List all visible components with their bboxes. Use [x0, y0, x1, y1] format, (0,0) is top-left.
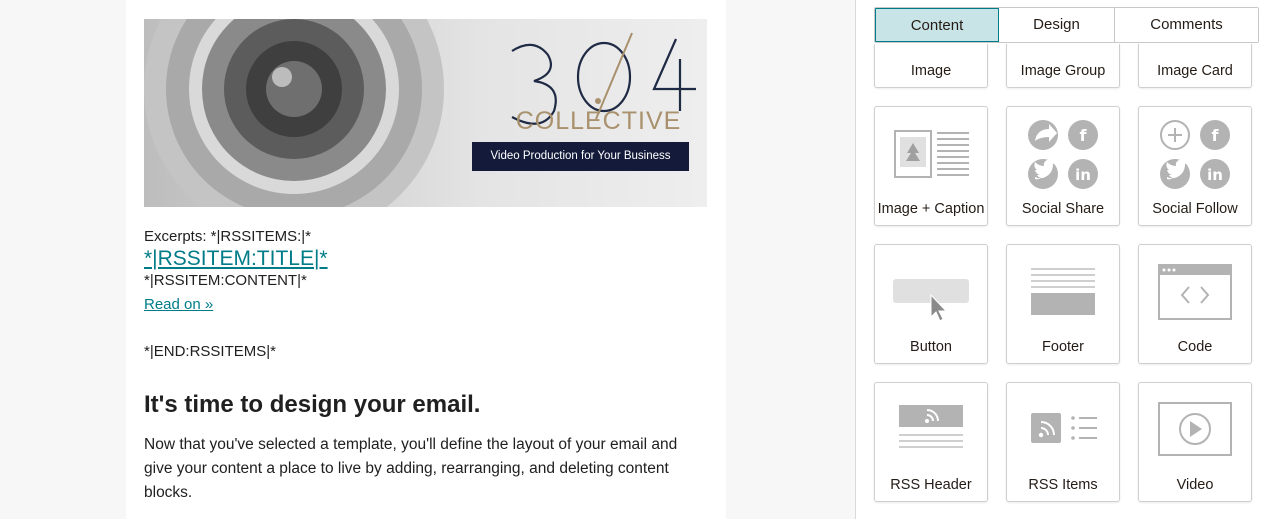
- svg-text:in: in: [1075, 166, 1091, 184]
- block-label: Image + Caption: [877, 201, 985, 217]
- footer-icon: [1031, 268, 1095, 315]
- image-caption-icon: [894, 130, 969, 178]
- rss-items-icon: [1031, 413, 1097, 443]
- block-label: Image Group: [1020, 63, 1106, 79]
- tab-content[interactable]: Content: [875, 8, 999, 42]
- brand-tagline: Video Production for Your Business: [472, 142, 689, 171]
- block-label: Social Share: [1021, 201, 1105, 217]
- rss-items-merge-tag: Excerpts: *|RSSITEMS:|*: [144, 228, 311, 245]
- svg-text:f: f: [1080, 126, 1088, 145]
- header-banner-image[interactable]: COLLECTIVE Video Production for Your Bus…: [144, 19, 707, 207]
- email-body-text[interactable]: Now that you've selected a template, you…: [144, 433, 704, 505]
- block-footer[interactable]: Footer: [1006, 244, 1120, 364]
- social-follow-icon: f in: [1160, 120, 1230, 189]
- email-canvas: COLLECTIVE Video Production for Your Bus…: [0, 0, 855, 519]
- social-share-icon: f in: [1028, 120, 1098, 189]
- brand-name-text: COLLECTIVE: [515, 107, 682, 135]
- block-image-caption[interactable]: Image + Caption: [874, 106, 988, 226]
- tab-comments[interactable]: Comments: [1115, 8, 1258, 42]
- blocks-scroll-area[interactable]: Image Image Group Image Card Image + Cap…: [856, 44, 1275, 519]
- email-heading[interactable]: It's time to design your email.: [144, 391, 480, 419]
- block-label: Button: [910, 339, 952, 355]
- block-image-card[interactable]: Image Card: [1138, 44, 1252, 88]
- rss-item-content-tag: *|RSSITEM:CONTENT|*: [144, 272, 307, 289]
- block-label: RSS Header: [890, 477, 972, 493]
- block-image-group[interactable]: Image Group: [1006, 44, 1120, 88]
- rss-item-title-link[interactable]: *|RSSITEM:TITLE|*: [144, 247, 704, 271]
- block-social-share[interactable]: f in Social Share: [1006, 106, 1120, 226]
- block-button[interactable]: Button: [874, 244, 988, 364]
- block-rss-items[interactable]: RSS Items: [1006, 382, 1120, 502]
- svg-text:f: f: [1212, 126, 1220, 145]
- rss-excerpt-block[interactable]: Excerpts: *|RSSITEMS:|* *|RSSITEM:TITLE|…: [144, 228, 704, 360]
- block-rss-header[interactable]: RSS Header: [874, 382, 988, 502]
- block-label: Social Follow: [1152, 201, 1238, 217]
- code-icon: [1158, 264, 1232, 320]
- content-blocks-panel: Content Design Comments Image Image Grou…: [855, 0, 1275, 519]
- block-social-follow[interactable]: f in Social Follow: [1138, 106, 1252, 226]
- read-more-link[interactable]: Read on »: [144, 296, 704, 314]
- block-label: Image Card: [1157, 63, 1233, 79]
- block-label: Code: [1177, 339, 1213, 355]
- email-preview: COLLECTIVE Video Production for Your Bus…: [126, 0, 726, 519]
- panel-tabs: Content Design Comments: [874, 7, 1259, 43]
- block-label: RSS Items: [1028, 477, 1098, 493]
- video-icon: [1158, 402, 1232, 456]
- rss-header-icon: [899, 405, 963, 448]
- rss-end-merge-tag: *|END:RSSITEMS|*: [144, 343, 276, 360]
- block-image[interactable]: Image: [874, 44, 988, 88]
- block-label: Footer: [1042, 339, 1084, 355]
- tab-design[interactable]: Design: [999, 8, 1115, 42]
- block-code[interactable]: Code: [1138, 244, 1252, 364]
- svg-text:in: in: [1207, 166, 1223, 184]
- block-label: Video: [1176, 477, 1214, 493]
- block-video[interactable]: Video: [1138, 382, 1252, 502]
- block-label: Image: [910, 63, 952, 79]
- button-icon: [893, 279, 969, 322]
